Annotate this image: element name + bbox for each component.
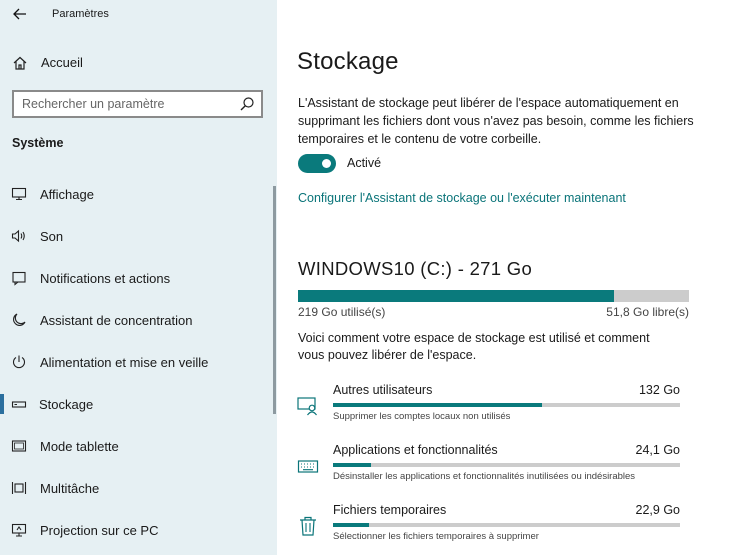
- sidebar-nav: Affichage Son Notifications et actions A…: [0, 173, 277, 551]
- sidebar-home-label: Accueil: [41, 55, 83, 70]
- category-bar-fill: [333, 463, 372, 467]
- sidebar-item-label: Assistant de concentration: [40, 313, 193, 328]
- title-bar: Paramètres: [0, 0, 277, 30]
- drive-usage-bar: [298, 290, 689, 302]
- drive-title: WINDOWS10 (C:) - 271 Go: [298, 258, 533, 279]
- category-name: Fichiers temporaires: [333, 503, 447, 517]
- drive-free-label: 51,8 Go libre(s): [606, 305, 689, 319]
- category-size: 132 Go: [638, 383, 680, 397]
- sidebar-item-notifications[interactable]: Notifications et actions: [0, 257, 277, 299]
- drive-icon: [11, 401, 27, 408]
- sidebar-item-projection[interactable]: Projection sur ce PC: [0, 509, 277, 551]
- multitask-icon: [11, 482, 27, 494]
- projection-icon: [11, 523, 27, 537]
- sidebar-item-label: Alimentation et mise en veille: [40, 355, 209, 370]
- category-bar: [333, 403, 680, 407]
- category-bar: [333, 523, 680, 527]
- category-size: 22,9 Go: [635, 503, 680, 517]
- category-hint: Supprimer les comptes locaux non utilisé…: [333, 411, 511, 422]
- home-icon: [13, 56, 27, 70]
- section-title: Système: [12, 136, 64, 150]
- storage-intro: Voici comment votre espace de stockage e…: [298, 331, 650, 362]
- app-title: Paramètres: [52, 8, 109, 20]
- storage-sense-description: L'Assistant de stockage peut libérer de …: [298, 96, 694, 146]
- notification-icon: [12, 271, 26, 286]
- category-applications[interactable]: Applications et fonctionnalités 24,1 Go …: [277, 443, 740, 493]
- category-hint: Désinstaller les applications et fonctio…: [333, 471, 636, 482]
- search-input[interactable]: [22, 95, 232, 113]
- configure-storage-sense-link[interactable]: Configurer l'Assistant de stockage ou l'…: [298, 191, 626, 205]
- active-indicator: [0, 394, 4, 414]
- drive-used-label: 219 Go utilisé(s): [298, 305, 386, 319]
- sidebar-item-label: Stockage: [39, 397, 94, 412]
- sidebar-item-stockage[interactable]: Stockage: [0, 383, 277, 425]
- page-title: Stockage: [297, 48, 399, 75]
- search-box[interactable]: [12, 90, 263, 118]
- tablet-icon: [11, 440, 27, 452]
- sidebar-scrollbar[interactable]: [273, 186, 276, 414]
- speaker-icon: [11, 229, 25, 243]
- category-hint: Sélectionner les fichiers temporaires à …: [333, 531, 539, 542]
- sidebar-item-label: Son: [40, 229, 64, 244]
- category-autres-utilisateurs[interactable]: Autres utilisateurs 132 Go Supprimer les…: [277, 383, 740, 433]
- category-size: 24,1 Go: [635, 443, 680, 457]
- sidebar-item-multitache[interactable]: Multitâche: [0, 467, 277, 509]
- storage-sense-toggle[interactable]: [298, 154, 336, 173]
- toggle-knob: [322, 159, 331, 168]
- moon-icon: [13, 313, 26, 326]
- arrow-left-icon: [13, 8, 26, 20]
- category-bar: [333, 463, 680, 467]
- sidebar-item-label: Notifications et actions: [40, 271, 171, 286]
- monitor-icon: [11, 187, 27, 201]
- sidebar-item-label: Projection sur ce PC: [40, 523, 159, 538]
- category-fichiers-temporaires[interactable]: Fichiers temporaires 22,9 Go Sélectionne…: [277, 503, 740, 553]
- category-bar-fill: [333, 523, 370, 527]
- trash-icon: [300, 516, 316, 536]
- sidebar-item-son[interactable]: Son: [0, 215, 277, 257]
- drive-usage-fill: [298, 290, 614, 302]
- sidebar-item-affichage[interactable]: Affichage: [0, 173, 277, 215]
- category-name: Autres utilisateurs: [333, 383, 433, 397]
- search-icon[interactable]: [239, 96, 255, 112]
- sidebar-item-label: Multitâche: [40, 481, 100, 496]
- main-content: Stockage L'Assistant de stockage peut li…: [277, 0, 740, 555]
- users-icon: [297, 397, 317, 416]
- keyboard-icon: [297, 460, 319, 473]
- sidebar-item-alimentation[interactable]: Alimentation et mise en veille: [0, 341, 277, 383]
- sidebar-item-tablette[interactable]: Mode tablette: [0, 425, 277, 467]
- sidebar: Paramètres Accueil Système Affichage: [0, 0, 277, 555]
- category-bar-fill: [333, 403, 543, 407]
- sidebar-item-label: Affichage: [40, 187, 94, 202]
- sidebar-item-home[interactable]: Accueil: [0, 50, 277, 76]
- sidebar-item-concentration[interactable]: Assistant de concentration: [0, 299, 277, 341]
- category-name: Applications et fonctionnalités: [333, 443, 498, 457]
- sidebar-item-label: Mode tablette: [40, 439, 119, 454]
- back-button[interactable]: [10, 5, 30, 23]
- power-icon: [12, 355, 26, 369]
- toggle-state-label: Activé: [347, 156, 382, 170]
